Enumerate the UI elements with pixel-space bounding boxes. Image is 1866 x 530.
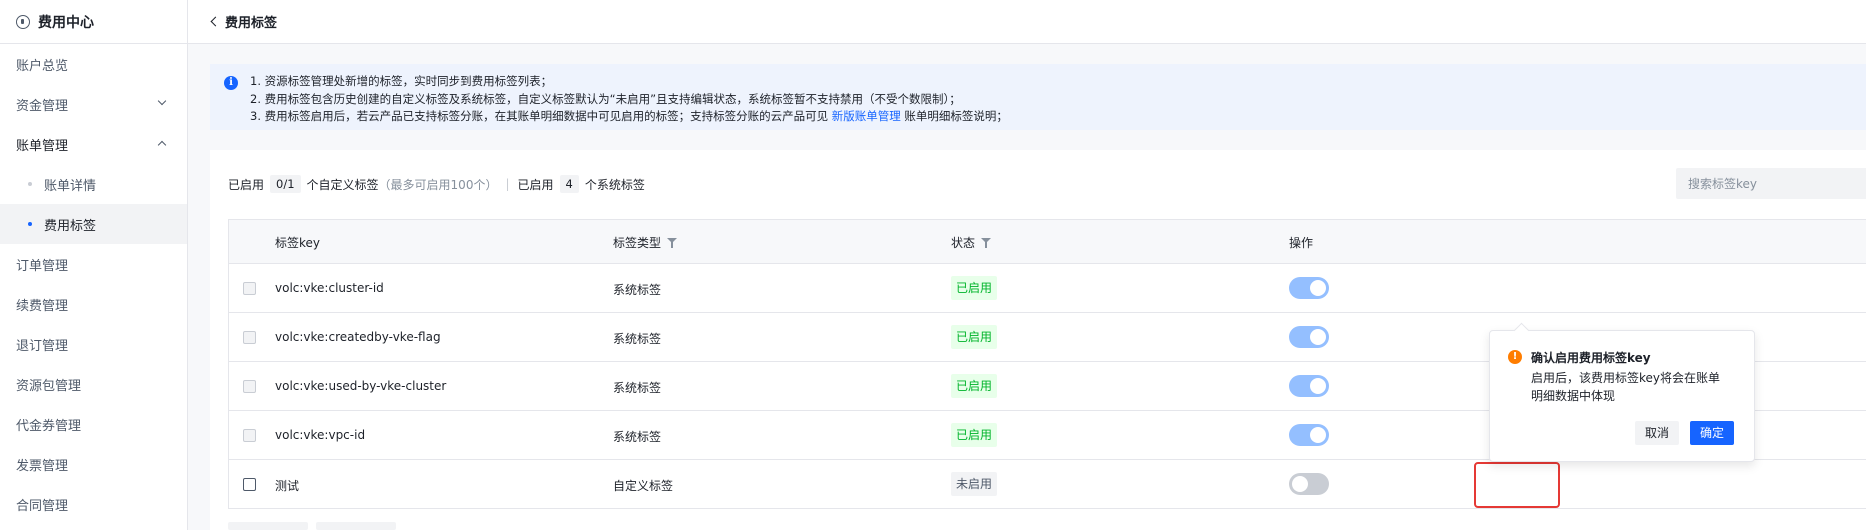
- table-row: volc:vke:cluster-id 系统标签 已启用: [228, 264, 1866, 313]
- info-icon: i: [224, 76, 238, 90]
- tag-stats: 已启用 0/1 个自定义标签 （最多可启用100个） | 已启用 4 个系统标签: [228, 175, 645, 193]
- sidebar-item-invoice-management[interactable]: 发票管理: [0, 444, 187, 484]
- status-badge: 已启用: [951, 423, 998, 447]
- tag-type: 系统标签: [613, 283, 662, 297]
- tag-key: volc:vke:used-by-vke-cluster: [275, 379, 447, 393]
- sidebar-item-cost-tags[interactable]: 费用标签: [0, 204, 187, 244]
- custom-tag-count: 0/1: [270, 175, 301, 193]
- filter-icon[interactable]: [667, 238, 678, 248]
- tag-type: 系统标签: [613, 430, 662, 444]
- notice-line-3: 3. 费用标签启用后，若云产品已支持标签分账，在其账单明细数据中可见启用的标签；…: [250, 109, 1008, 123]
- filter-icon[interactable]: [981, 238, 992, 248]
- enable-toggle[interactable]: [1289, 424, 1329, 446]
- highlight-box: [1474, 462, 1560, 508]
- status-badge: 未启用: [951, 472, 998, 496]
- tag-key: 测试: [275, 479, 300, 493]
- chevron-down-icon: [157, 96, 167, 106]
- sidebar-item-order-management[interactable]: 订单管理: [0, 244, 187, 284]
- system-tag-count: 4: [559, 175, 579, 193]
- notice-line-2: 2. 费用标签包含历史创建的自定义标签及系统标签，自定义标签默认为“未启用”且支…: [250, 91, 961, 106]
- sidebar: 费用中心 账户总览 资金管理 账单管理 账单详情 费用标签 订单管理 续费管理 …: [0, 0, 188, 530]
- confirm-popover: ! 确认启用费用标签key 启用后，该费用标签key将会在账单明细数据中体现 取…: [1489, 330, 1755, 462]
- sidebar-item-fund-management[interactable]: 资金管理: [0, 84, 187, 124]
- confirm-button[interactable]: 确定: [1690, 421, 1735, 445]
- info-notice: i 1. 资源标签管理处新增的标签，实时同步到费用标签列表； 2. 费用标签包含…: [210, 64, 1866, 130]
- sidebar-header: 费用中心: [0, 0, 187, 44]
- billing-center-icon: [16, 14, 30, 29]
- sidebar-item-bill-details[interactable]: 账单详情: [0, 164, 187, 204]
- bullet-icon: [28, 182, 32, 186]
- sidebar-item-voucher-management[interactable]: 代金券管理: [0, 404, 187, 444]
- page-title: 费用标签: [225, 16, 278, 31]
- table-header: 标签key 标签类型 状态 操作: [228, 219, 1866, 264]
- row-checkbox: [243, 331, 256, 344]
- column-header-status[interactable]: 状态: [951, 234, 992, 251]
- status-badge: 已启用: [951, 325, 998, 349]
- row-checkbox: [243, 282, 256, 295]
- tag-key: volc:vke:cluster-id: [275, 281, 384, 295]
- tag-key: volc:vke:vpc-id: [275, 428, 366, 442]
- pagination-button[interactable]: [316, 522, 396, 530]
- popover-body: 启用后，该费用标签key将会在账单明细数据中体现: [1531, 371, 1721, 403]
- enable-toggle[interactable]: [1289, 326, 1329, 348]
- tag-type: 系统标签: [613, 381, 662, 395]
- sidebar-item-unsubscribe-management[interactable]: 退订管理: [0, 324, 187, 364]
- cancel-button[interactable]: 取消: [1635, 421, 1680, 445]
- sidebar-title: 费用中心: [38, 14, 94, 31]
- row-checkbox[interactable]: [243, 478, 256, 491]
- pagination-button[interactable]: [228, 522, 308, 530]
- status-badge: 已启用: [951, 276, 998, 300]
- table-row: 测试 自定义标签 未启用: [228, 460, 1866, 509]
- row-checkbox: [243, 429, 256, 442]
- enable-toggle[interactable]: [1289, 277, 1329, 299]
- tag-key: volc:vke:createdby-vke-flag: [275, 330, 441, 344]
- notice-line-1: 1. 资源标签管理处新增的标签，实时同步到费用标签列表；: [250, 74, 553, 88]
- custom-tag-limit: （最多可启用100个）: [378, 177, 498, 192]
- popover-title: 确认启用费用标签key: [1531, 351, 1651, 365]
- column-header-key: 标签key: [275, 236, 321, 250]
- stats-separator: |: [505, 177, 510, 191]
- tag-type: 系统标签: [613, 332, 662, 346]
- new-bill-management-link[interactable]: 新版账单管理: [832, 109, 901, 123]
- sidebar-item-contract-management[interactable]: 合同管理: [0, 484, 187, 524]
- pagination: [228, 522, 396, 530]
- chevron-up-icon: [157, 140, 167, 150]
- sidebar-item-bill-management[interactable]: 账单管理: [0, 124, 187, 164]
- enable-toggle[interactable]: [1289, 375, 1329, 397]
- column-header-action: 操作: [1289, 236, 1314, 250]
- page-header: 费用标签: [188, 0, 1866, 44]
- sidebar-item-account-overview[interactable]: 账户总览: [0, 44, 187, 84]
- sidebar-item-resource-package[interactable]: 资源包管理: [0, 364, 187, 404]
- column-header-type[interactable]: 标签类型: [613, 234, 678, 251]
- status-badge: 已启用: [951, 374, 998, 398]
- row-checkbox: [243, 380, 256, 393]
- bullet-icon: [28, 222, 32, 226]
- enable-toggle[interactable]: [1289, 473, 1329, 495]
- warning-icon: !: [1508, 350, 1522, 364]
- sidebar-item-renewal-management[interactable]: 续费管理: [0, 284, 187, 324]
- search-input[interactable]: [1676, 168, 1866, 199]
- back-arrow-icon[interactable]: [210, 16, 221, 27]
- tag-type: 自定义标签: [613, 479, 674, 493]
